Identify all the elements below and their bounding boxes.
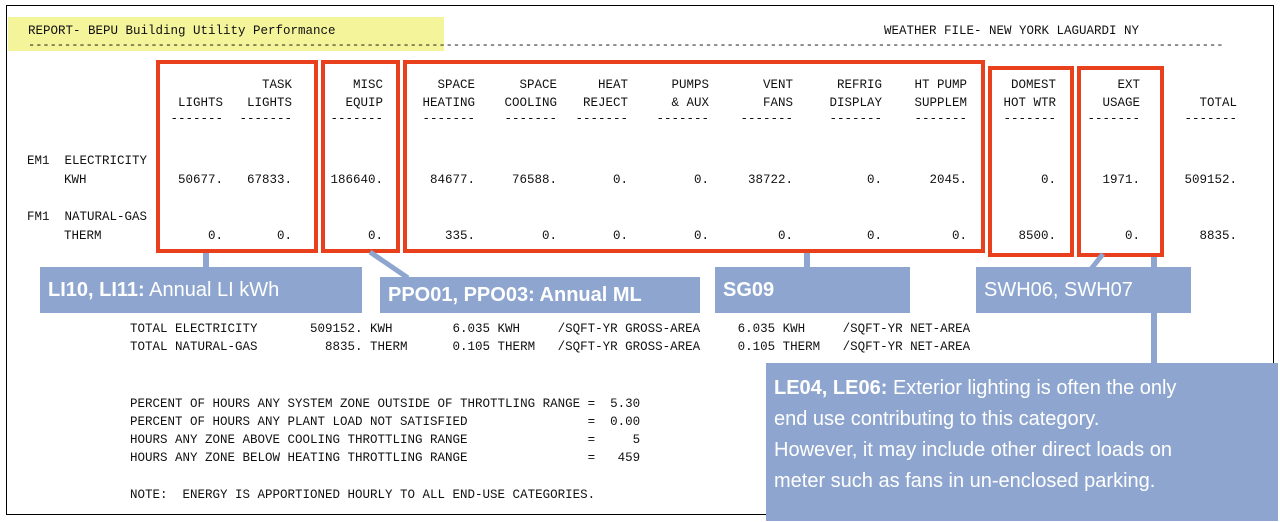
total-electricity: TOTAL ELECTRICITY 509152. KWH 6.035 KWH … [130,322,971,336]
report-title: REPORT- BEPU Building Utility Performanc… [28,24,336,38]
stat-below-heating: HOURS ANY ZONE BELOW HEATING THROTTLING … [130,451,641,465]
hvac-highlight-box [403,60,985,253]
note: NOTE: ENERGY IS APPORTIONED HOURLY TO AL… [130,488,596,502]
ext-usage-highlight-box [1077,66,1164,257]
meter-electricity-unit: KWH [64,173,87,187]
stat-throttling: PERCENT OF HOURS ANY SYSTEM ZONE OUTSIDE… [130,397,641,411]
callout-lights: LI10, LI11: Annual LI kWh [40,267,362,313]
meter-electricity-name: EM1 ELECTRICITY [27,154,148,168]
total-natural-gas: TOTAL NATURAL-GAS 8835. THERM 0.105 THER… [130,340,971,354]
callout-ext-usage: LE04, LE06: Exterior lighting is often t… [766,363,1278,521]
meter-gas-name: FM1 NATURAL-GAS [27,210,148,224]
callout-hvac: SG09 [715,267,910,313]
misc-equip-highlight-box [321,60,400,253]
dhw-highlight-box [988,66,1074,257]
callout-dhw: SWH06, SWH07 [976,267,1191,313]
lights-highlight-box [156,60,318,253]
header-rule: ----------------------------------------… [28,38,1224,52]
callout-misc-equip: PPO01, PPO03: Annual ML [380,277,700,313]
misc-connector [368,249,410,280]
meter-gas-unit: THERM [64,229,102,243]
stat-above-cooling: HOURS ANY ZONE ABOVE COOLING THROTTLING … [130,433,641,447]
stat-plant-load: PERCENT OF HOURS ANY PLANT LOAD NOT SATI… [130,415,641,429]
weather-file: WEATHER FILE- NEW YORK LAGUARDI NY [884,24,1140,38]
